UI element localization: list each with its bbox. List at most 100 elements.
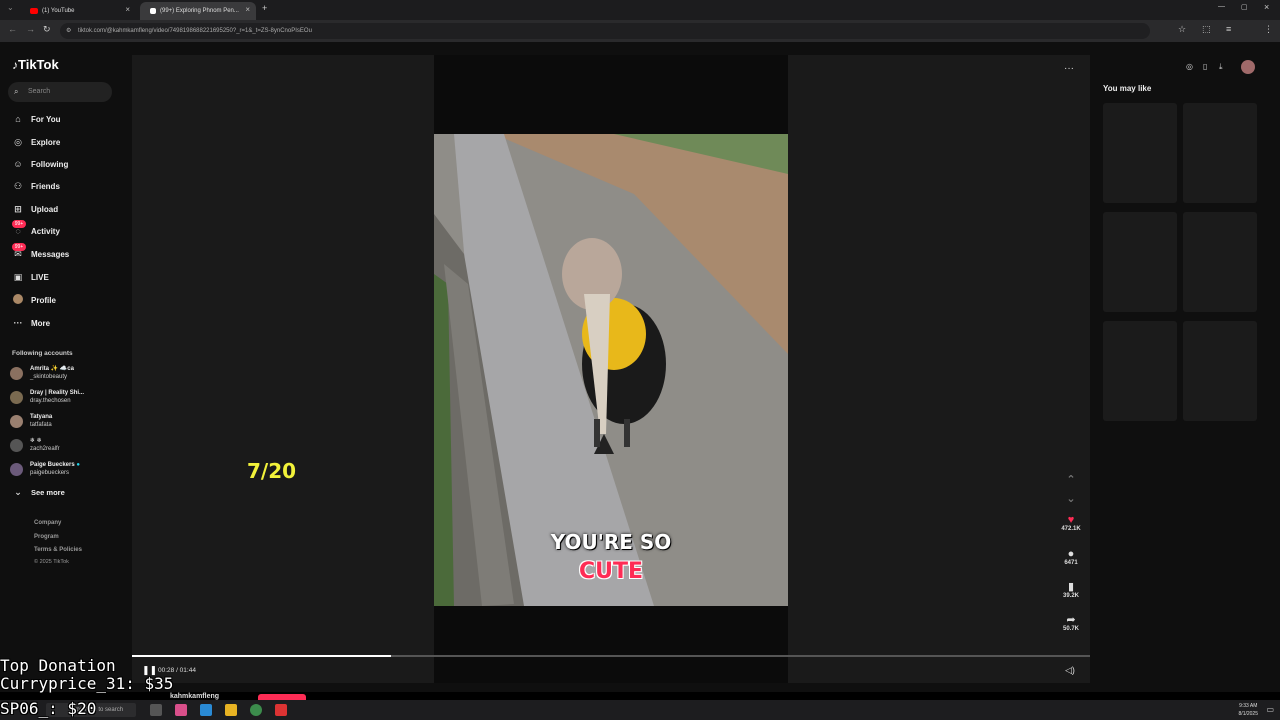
video-player[interactable]: YOU'RE SO CUTE bbox=[434, 134, 788, 606]
second-donation-entry: SP06_: $20 bbox=[0, 699, 97, 718]
tab-tiktok[interactable]: (99+) Exploring Phnom Pen... × bbox=[140, 2, 256, 20]
like-button[interactable]: ♥ 472.1K bbox=[1058, 514, 1084, 532]
more-options-icon[interactable]: ··· bbox=[1064, 63, 1074, 74]
more-icon: ··· bbox=[13, 318, 23, 328]
footer-program[interactable]: Program bbox=[34, 534, 59, 540]
prev-video-button[interactable]: ⌃ bbox=[1058, 474, 1084, 486]
url-text: tiktok.com/@kahmkamfleng/video/749819868… bbox=[78, 28, 312, 34]
reload-icon[interactable]: ↻ bbox=[43, 24, 51, 35]
verified-icon: ● bbox=[76, 462, 80, 468]
chevron-up-icon: ⌃ bbox=[1066, 474, 1076, 486]
account-item[interactable]: ❄ ❄ zach2realfr bbox=[10, 435, 60, 455]
account-item[interactable]: Dray | Reality Shi... dray.thechosen bbox=[10, 387, 84, 407]
suggested-video[interactable] bbox=[1103, 212, 1177, 312]
forward-icon[interactable]: → bbox=[26, 24, 35, 34]
volume-icon[interactable]: ◁) bbox=[1065, 665, 1075, 676]
new-tab-icon[interactable]: + bbox=[262, 3, 267, 13]
folder-icon[interactable] bbox=[225, 704, 237, 716]
task-view-icon[interactable] bbox=[150, 704, 162, 716]
notification-icon[interactable]: ▭ bbox=[1266, 705, 1274, 714]
nav-label: Upload bbox=[31, 204, 59, 214]
chevron-down-icon: ⌄ bbox=[1066, 493, 1076, 505]
account-item[interactable]: Amrita ✨ ☁️ca _skintobeauty bbox=[10, 363, 74, 383]
suggested-video[interactable] bbox=[1183, 321, 1257, 421]
nav-live[interactable]: ▣ LIVE bbox=[12, 270, 49, 284]
footer-company[interactable]: Company bbox=[34, 520, 61, 526]
share-button[interactable]: ➦ 50.7K bbox=[1058, 614, 1084, 632]
account-name: Amrita ✨ ☁️ca bbox=[30, 366, 74, 372]
browser-menu-icon[interactable]: ⋮ bbox=[1264, 24, 1273, 35]
comment-count: 6471 bbox=[1064, 560, 1078, 566]
author-name[interactable]: kahmkamfleng bbox=[170, 693, 219, 700]
following-icon: ☺ bbox=[13, 159, 23, 169]
save-button[interactable]: ▮ 39.2K bbox=[1058, 581, 1084, 599]
url-input[interactable]: ⚙ tiktok.com/@kahmkamfleng/video/7498198… bbox=[60, 23, 1150, 39]
suggested-video[interactable] bbox=[1183, 212, 1257, 312]
device-icon[interactable]: ▯ bbox=[1203, 62, 1207, 71]
extensions-icon[interactable]: ⬚ bbox=[1202, 24, 1211, 35]
download-icon[interactable]: ⤓ bbox=[1219, 62, 1223, 72]
video-progress-bar[interactable] bbox=[132, 655, 1090, 657]
share-count: 50.7K bbox=[1062, 626, 1079, 632]
back-icon[interactable]: ← bbox=[8, 24, 17, 34]
search-input[interactable]: ⌕ Search bbox=[8, 82, 112, 102]
account-item[interactable]: Tatyana tatfafata bbox=[10, 411, 52, 431]
progress-fill bbox=[132, 655, 391, 657]
taskbar-clock[interactable]: 9:33 AM 8/1/2025 bbox=[1239, 702, 1258, 718]
chrome-icon[interactable] bbox=[250, 704, 262, 716]
browser-address-bar: ← → ↻ ⚙ tiktok.com/@kahmkamfleng/video/7… bbox=[0, 20, 1280, 42]
compass-icon[interactable]: ◎ bbox=[1186, 62, 1193, 71]
like-count: 472.1K bbox=[1061, 526, 1081, 532]
close-window-icon[interactable]: × bbox=[1264, 2, 1269, 12]
search-placeholder: Search bbox=[28, 88, 51, 95]
account-handle: tatfafata bbox=[30, 422, 52, 428]
user-avatar[interactable] bbox=[1241, 60, 1255, 74]
tab-youtube[interactable]: (1) YouTube × bbox=[20, 2, 136, 20]
profile-menu-icon[interactable]: ≡ bbox=[1226, 24, 1231, 34]
site-info-icon[interactable]: ⚙ bbox=[66, 23, 71, 39]
tab-search-icon[interactable]: ⌄ bbox=[7, 3, 14, 12]
suggested-video[interactable] bbox=[1103, 103, 1177, 203]
suggested-video[interactable] bbox=[1103, 321, 1177, 421]
nav-profile[interactable]: Profile bbox=[12, 293, 56, 307]
next-video-button[interactable]: ⌄ bbox=[1058, 493, 1084, 505]
nav-following[interactable]: ☺ Following bbox=[12, 157, 68, 171]
account-handle: zach2realfr bbox=[30, 446, 60, 452]
app-icon[interactable] bbox=[175, 704, 187, 716]
nav-more[interactable]: ··· More bbox=[12, 316, 51, 330]
nav-label: Explore bbox=[31, 137, 61, 147]
account-name: ❄ ❄ bbox=[30, 438, 42, 444]
nav-explore[interactable]: ◎ Explore bbox=[12, 135, 60, 149]
search-icon: ⌕ bbox=[14, 87, 19, 96]
upload-icon: ⊞ bbox=[14, 203, 22, 214]
account-name: Dray | Reality Shi... bbox=[30, 390, 85, 396]
suggested-video[interactable] bbox=[1183, 103, 1257, 203]
close-icon[interactable]: × bbox=[245, 5, 250, 14]
maximize-icon[interactable]: ▢ bbox=[1241, 3, 1248, 11]
activity-badge: 99+ bbox=[12, 220, 26, 228]
heart-icon: ♥ bbox=[1067, 514, 1075, 526]
comment-button[interactable]: ● 6471 bbox=[1058, 548, 1084, 566]
close-icon[interactable]: × bbox=[125, 5, 130, 14]
clock-time: 9:33 AM bbox=[1239, 703, 1258, 709]
nav-label: Activity bbox=[31, 226, 60, 236]
minimize-icon[interactable]: — bbox=[1218, 3, 1225, 10]
nav-friends[interactable]: ⚇ Friends bbox=[12, 179, 60, 193]
chevron-down-icon: ⌄ bbox=[14, 486, 22, 497]
account-item[interactable]: Paige Bueckers ● paigebueckers bbox=[10, 459, 80, 479]
top-donation-entry: Curryprice_31: $35 bbox=[0, 674, 174, 693]
home-icon: ⌂ bbox=[15, 114, 21, 124]
nav-label: Friends bbox=[31, 181, 60, 191]
bookmark-icon[interactable]: ☆ bbox=[1178, 24, 1186, 35]
edge-icon[interactable] bbox=[200, 704, 212, 716]
nav-label: For You bbox=[31, 114, 61, 124]
tiktok-logo[interactable]: ♪TikTok bbox=[12, 57, 59, 72]
footer-terms[interactable]: Terms & Policies bbox=[34, 547, 82, 553]
nav-upload[interactable]: ⊞ Upload bbox=[12, 202, 58, 216]
save-count: 39.2K bbox=[1062, 593, 1079, 599]
see-more-button[interactable]: ⌄ See more bbox=[12, 485, 65, 499]
avatar bbox=[10, 414, 23, 428]
obs-icon[interactable] bbox=[275, 704, 287, 716]
nav-for-you[interactable]: ⌂ For You bbox=[12, 112, 60, 126]
youtube-icon bbox=[30, 8, 38, 14]
